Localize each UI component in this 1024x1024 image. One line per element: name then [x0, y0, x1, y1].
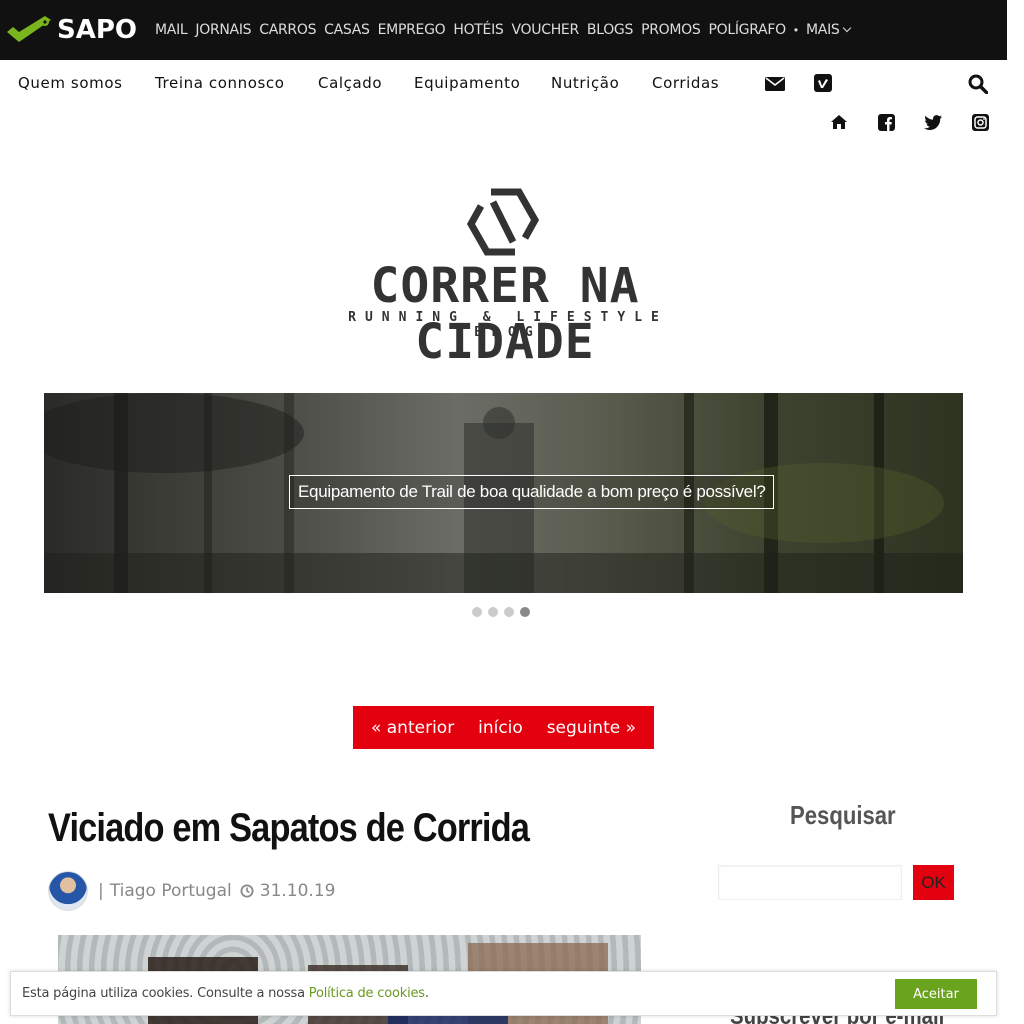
sidebar-search-input[interactable] — [718, 865, 902, 900]
slider-dot[interactable] — [472, 607, 482, 617]
nav-calcado[interactable]: Calçado — [318, 74, 382, 92]
home-icon[interactable] — [828, 112, 850, 132]
sapo-nav-poligrafo[interactable]: POLÍGRAFO — [708, 22, 786, 38]
nav-treina-connosco[interactable]: Treina connosco — [155, 74, 285, 92]
cookie-policy-link[interactable]: Política de cookies — [309, 986, 425, 1001]
sapo-nav-mail[interactable]: MAIL — [155, 22, 188, 38]
envelope-icon[interactable] — [764, 74, 786, 94]
sapo-nav-mais[interactable]: MAIS — [806, 22, 851, 38]
cookie-text-suffix: . — [424, 986, 429, 1001]
sapo-nav-blogs[interactable]: BLOGS — [587, 22, 633, 38]
slider-dots — [472, 607, 530, 617]
logo-subtitle: RUNNING & LIFESTYLE BLOG — [348, 310, 668, 340]
featured-slider[interactable]: Equipamento de Trail de boa qualidade a … — [44, 393, 963, 593]
author-link[interactable]: Tiago Portugal — [110, 881, 232, 901]
hexagon-logo-icon — [466, 188, 540, 256]
slide-caption[interactable]: Equipamento de Trail de boa qualidade a … — [289, 475, 775, 509]
home-link[interactable]: início — [478, 718, 523, 738]
clock-icon — [240, 884, 254, 898]
blog-nav: Quem somos Treina connosco Calçado Equip… — [0, 60, 1007, 131]
sapo-nav-carros[interactable]: CARROS — [259, 22, 316, 38]
cookie-banner: Esta página utiliza cookies. Consulte a … — [10, 971, 997, 1016]
nav-nutricao[interactable]: Nutrição — [551, 74, 619, 92]
mais-label: MAIS — [806, 22, 840, 38]
previous-link[interactable]: « anterior — [371, 718, 454, 738]
slider-dot-active[interactable] — [520, 607, 530, 617]
sapo-top-bar: SAPO MAIL JORNAIS CARROS CASAS EMPREGO H… — [0, 0, 1007, 60]
sapo-nav-emprego[interactable]: EMPREGO — [378, 22, 446, 38]
blog-logo[interactable]: CORRER NA CIDADE RUNNING & LIFESTYLE BLO… — [270, 188, 740, 370]
facebook-icon[interactable] — [876, 112, 896, 132]
sapo-nav: MAIL JORNAIS CARROS CASAS EMPREGO HOTÉIS… — [155, 22, 857, 38]
sapo-nav-casas[interactable]: CASAS — [324, 22, 370, 38]
nav-dot-separator: • — [793, 23, 799, 37]
cookie-message: Esta página utiliza cookies. Consulte a … — [22, 986, 429, 1001]
author-avatar[interactable] — [48, 871, 88, 911]
sapo-nav-voucher[interactable]: VOUCHER — [512, 22, 580, 38]
sapo-logo[interactable]: SAPO — [5, 0, 137, 60]
slider-dot[interactable] — [504, 607, 514, 617]
instagram-icon[interactable] — [970, 112, 990, 132]
nav-quem-somos[interactable]: Quem somos — [18, 74, 123, 92]
sapo-nav-jornais[interactable]: JORNAIS — [195, 22, 251, 38]
sapo-brand-text: SAPO — [57, 15, 138, 45]
accept-cookies-button[interactable]: Aceitar — [895, 979, 977, 1009]
post-meta: | Tiago Portugal 31.10.19 — [98, 881, 335, 901]
sapo-nav-promos[interactable]: PROMOS — [641, 22, 701, 38]
slider-dot[interactable] — [488, 607, 498, 617]
post-title[interactable]: Viciado em Sapatos de Corrida — [48, 806, 530, 851]
sapo-nav-hoteis[interactable]: HOTÉIS — [453, 22, 503, 38]
twitter-icon[interactable] — [923, 113, 943, 131]
post-pagination: « anterior início seguinte » — [353, 706, 654, 749]
cookie-text: Esta página utiliza cookies. Consulte a … — [22, 986, 309, 1001]
vimeo-icon[interactable] — [813, 73, 833, 93]
search-ok-button[interactable]: OK — [913, 865, 954, 900]
search-icon[interactable] — [966, 72, 990, 96]
search-widget-title: Pesquisar — [790, 800, 896, 830]
sapo-frog-icon — [7, 16, 51, 42]
nav-equipamento[interactable]: Equipamento — [414, 74, 520, 92]
post-date: 31.10.19 — [259, 881, 336, 901]
chevron-down-icon — [842, 23, 851, 33]
next-link[interactable]: seguinte » — [547, 718, 636, 738]
meta-separator: | — [98, 881, 104, 901]
nav-corridas[interactable]: Corridas — [652, 74, 719, 92]
